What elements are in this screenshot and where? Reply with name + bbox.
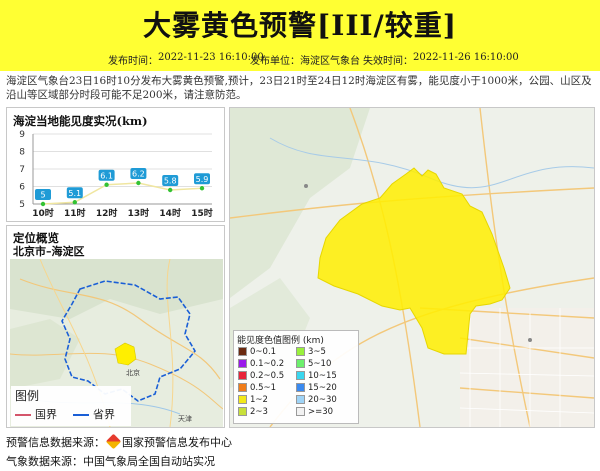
warning-title: 大雾黄色预警[III/较重] (142, 9, 458, 42)
publish-time: 2022-11-23 16:10:00 (158, 52, 264, 63)
beijing-label: 北京 (126, 368, 140, 377)
legend-swatch (238, 347, 247, 356)
visibility-legend-item: >=30 (296, 407, 333, 417)
visibility-legend-item: 5~10 (296, 359, 331, 369)
legend-province-border: 省界 (73, 406, 115, 422)
location-panel: 定位概览 北京市–海淀区 北京 天津 图例 国界 省界 (6, 225, 225, 428)
data-label: 6.2 (132, 170, 145, 179)
data-point (72, 200, 78, 205)
legend-range-label: 5~10 (308, 359, 332, 369)
visibility-legend-title: 能见度色值图例 (km) (237, 336, 324, 346)
legend-range-label: 15~20 (308, 383, 337, 393)
data-label: 5 (40, 191, 45, 200)
visibility-panel: 海淀当地能见度实况(km) 5 6 7 8 9 5 10时 5.1 11时 6.1 12时 6.2 13… (6, 107, 225, 222)
weather-source: 中国气象局全国自动站实况 (83, 455, 215, 468)
legend-range-label: 20~30 (308, 395, 337, 405)
warning-source-label: 预警信息数据来源： (6, 436, 105, 449)
data-label: 5.1 (68, 189, 81, 198)
legend-swatch (296, 359, 305, 368)
legend-range-label: 0.2~0.5 (250, 371, 285, 381)
province-border-swatch (73, 414, 89, 416)
legend-swatch (238, 383, 247, 392)
legend-swatch (296, 347, 305, 356)
x-tick-label: 11时 (64, 207, 86, 219)
legend-range-label: 0.1~0.2 (250, 359, 285, 369)
data-label: 5.8 (164, 177, 177, 186)
legend-range-label: 0.5~1 (250, 383, 277, 393)
visibility-legend-item: 0.2~0.5 (238, 371, 284, 381)
visibility-legend-item: 15~20 (296, 383, 337, 393)
data-point (168, 187, 173, 193)
data-label: 5.9 (196, 175, 209, 184)
visibility-legend-item: 2~3 (238, 407, 268, 417)
publish-unit: 海淀区气象台 (300, 56, 360, 67)
legend-range-label: 0~0.1 (250, 347, 277, 357)
visibility-legend-item: 0~0.1 (238, 347, 276, 357)
data-point (199, 186, 205, 191)
visibility-panel-title: 海淀当地能见度实况(km) (13, 114, 148, 128)
legend-swatch (296, 371, 305, 380)
legend-range-label: >=30 (308, 407, 334, 417)
legend-swatch (238, 395, 247, 404)
legend-swatch (296, 407, 305, 416)
data-label: 6.1 (100, 171, 113, 180)
national-border-swatch (15, 414, 31, 416)
x-tick-label: 12时 (96, 207, 118, 219)
x-tick-label: 13时 (128, 207, 150, 219)
publish-label: 发布时间： (108, 56, 158, 67)
visibility-legend-item: 20~30 (296, 395, 337, 405)
x-tick-label: 10时 (32, 207, 54, 219)
y-tick-label: 9 (19, 130, 25, 140)
visibility-legend-item: 1~2 (238, 395, 268, 405)
overview-legend-title: 图例 (15, 389, 40, 403)
warning-meta: 发布时间： 2022-11-23 16:10:00 发布单位： 海淀区气象台 失… (0, 52, 600, 68)
expire-time: 2022-11-26 16:10:00 (413, 52, 519, 63)
overview-legend: 图例 国界 省界 (11, 386, 131, 426)
visibility-legend-item: 0.5~1 (238, 383, 276, 393)
data-point (104, 182, 109, 187)
x-tick-label: 15时 (191, 207, 213, 219)
legend-swatch (238, 359, 247, 368)
visibility-legend: 能见度色值图例 (km) 0~0.1 3~5 0.1~0.2 5~10 0.2~0.5 1… (233, 330, 359, 424)
visibility-legend-item: 10~15 (296, 371, 337, 381)
legend-national-border: 国界 (15, 406, 57, 422)
x-tick-label: 14时 (159, 207, 181, 219)
legend-range-label: 1~2 (250, 395, 268, 405)
legend-range-label: 3~5 (308, 347, 326, 357)
weather-source-label: 气象数据来源： (6, 455, 83, 468)
warning-description: 海淀区气象台23日16时10分发布大雾黄色预警,预计，23日21时至24日12时… (6, 75, 592, 101)
expire-label: 失效时间： (363, 56, 413, 67)
legend-swatch (296, 383, 305, 392)
legend-swatch (238, 407, 247, 416)
unit-label: 发布单位： (250, 56, 300, 67)
legend-swatch (238, 371, 247, 380)
visibility-chart: 5 6 7 8 9 5 10时 5.1 11时 6.1 12时 6.2 13时 5.8 14时 5.9 15时 (19, 130, 213, 219)
data-point (40, 201, 46, 207)
legend-range-label: 2~3 (250, 407, 268, 417)
y-tick-label: 8 (19, 148, 25, 158)
visibility-legend-item: 0.1~0.2 (238, 359, 284, 369)
legend-range-label: 10~15 (308, 371, 337, 381)
source-logo-icon (105, 433, 122, 450)
footer-weather-source: 气象数据来源：中国气象局全国自动站实况 (6, 453, 215, 469)
visibility-legend-item: 3~5 (296, 347, 326, 357)
y-tick-label: 5 (19, 200, 25, 210)
warning-source[interactable]: 国家预警信息发布中心 (122, 436, 232, 449)
location-region: 北京市–海淀区 (13, 245, 85, 258)
footer-warning-source: 预警信息数据来源： 国家预警信息发布中心 (6, 433, 232, 450)
tianjin-label: 天津 (178, 415, 192, 423)
data-point (136, 180, 141, 186)
y-tick-label: 6 (19, 183, 25, 193)
legend-swatch (296, 395, 305, 404)
y-tick-label: 7 (19, 165, 25, 175)
